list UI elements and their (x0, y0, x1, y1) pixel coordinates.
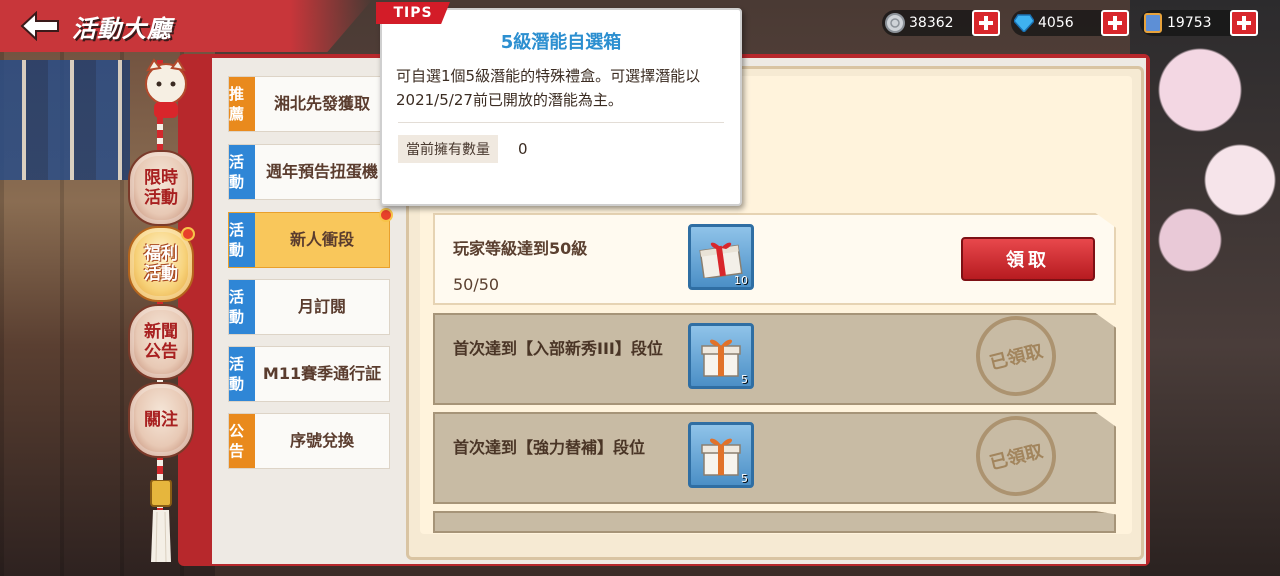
lucky-cat-icon (140, 58, 192, 122)
category-label: 月訂閱 (297, 297, 346, 316)
reward-quantity: 5 (741, 373, 748, 386)
category-tag: 推薦 (229, 77, 255, 131)
notification-dot (379, 208, 393, 222)
task-description: 玩家等級達到50級 (453, 239, 588, 258)
tips-title: 5級潛能自選箱 (500, 32, 622, 53)
back-arrow-icon[interactable] (18, 6, 62, 46)
task-description: 首次達到【入部新秀III】段位 (453, 339, 663, 358)
menu-label: 新聞公告 (144, 322, 178, 362)
tips-tag: TIPS (376, 2, 450, 24)
reward-quantity: 5 (741, 472, 748, 485)
reward-item[interactable]: 10 (688, 224, 754, 290)
category-label: M11賽季通行証 (262, 364, 382, 383)
category-tag: 活動 (229, 145, 255, 199)
tips-description: 可自選1個5級潛能的特殊禮盒。可選擇潛能以2021/5/27前已開放的潛能為主。 (396, 67, 701, 109)
category-item-anniversary-gacha[interactable]: 活動 週年預告扭蛋機 (228, 144, 390, 200)
category-label: 週年預告扭蛋機 (265, 162, 378, 181)
task-progress: 50/50 (453, 275, 500, 294)
menu-label: 關注 (144, 410, 178, 430)
task-row (433, 511, 1116, 533)
reward-quantity: 10 (734, 274, 748, 287)
category-item-newbie-rank[interactable]: 活動 新人衝段 (228, 212, 390, 268)
add-diamond-button[interactable] (1101, 10, 1129, 36)
stamp-text: 已領取 (987, 340, 1046, 375)
add-silver-button[interactable] (972, 10, 1000, 36)
owned-count-label: 當前擁有數量 (398, 135, 498, 163)
menu-limited-events[interactable]: 限時活動 (128, 150, 194, 226)
claim-button[interactable]: 領取 (961, 237, 1095, 281)
notification-dot (181, 227, 195, 241)
category-tag: 活動 (229, 213, 255, 267)
currency-value: 19753 (1167, 15, 1212, 31)
category-item-season-pass[interactable]: 活動 M11賽季通行証 (228, 346, 390, 402)
page-title: 活動大廳 (72, 14, 172, 43)
card-icon (1142, 12, 1164, 34)
currency-diamond: 4056 (1011, 10, 1129, 36)
currency-value: 4056 (1038, 15, 1074, 31)
menu-label: 福利活動 (144, 244, 178, 284)
menu-follow[interactable]: 關注 (128, 382, 194, 458)
category-label: 湘北先發獲取 (273, 94, 370, 113)
task-description: 首次達到【強力替補】段位 (453, 438, 646, 457)
category-label: 新人衝段 (289, 230, 354, 249)
owned-count-value: 0 (518, 140, 528, 158)
background-scenery-right (1130, 0, 1280, 576)
category-item-redeem-code[interactable]: 公告 序號兌換 (228, 413, 390, 469)
category-tag: 活動 (229, 347, 255, 401)
reward-item[interactable]: 5 (688, 323, 754, 389)
category-tag: 活動 (229, 280, 255, 334)
currency-card: 19753 (1140, 10, 1258, 36)
menu-news[interactable]: 新聞公告 (128, 304, 194, 380)
silver-coin-icon (884, 12, 906, 34)
currency-silver: 38362 (882, 10, 1000, 36)
gift-box-icon (699, 242, 743, 278)
category-label: 序號兌換 (289, 431, 354, 450)
category-item-monthly-sub[interactable]: 活動 月訂閱 (228, 279, 390, 335)
background-curtain (0, 60, 130, 180)
reward-item[interactable]: 5 (688, 422, 754, 488)
diamond-icon (1013, 12, 1035, 34)
gift-box-icon (701, 339, 741, 377)
menu-label: 限時活動 (144, 168, 178, 208)
add-card-button[interactable] (1230, 10, 1258, 36)
tips-divider (398, 122, 724, 123)
gift-box-icon (701, 438, 741, 476)
tassel-icon (147, 479, 175, 564)
category-tag: 公告 (229, 414, 255, 468)
stamp-text: 已領取 (987, 440, 1046, 475)
currency-value: 38362 (909, 15, 954, 31)
top-header: 活動大廳 (0, 0, 372, 52)
category-item-recommend[interactable]: 推薦 湘北先發獲取 (228, 76, 390, 132)
